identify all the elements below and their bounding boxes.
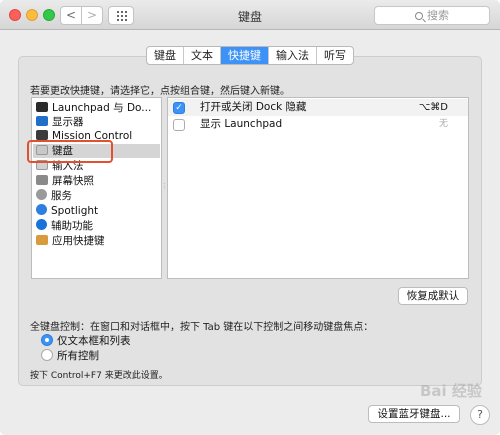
setup-bluetooth-keyboard-button[interactable]: 设置蓝牙键盘...	[368, 405, 460, 423]
control-f7-note: 按下 Control+F7 来更改此设置。	[30, 371, 168, 381]
category-label: Launchpad 与 Do...	[52, 102, 152, 114]
shortcut-list: ✓ 打开或关闭 Dock 隐藏 ⌥⌘D 显示 Launchpad 无	[167, 97, 469, 279]
app-shortcuts-icon	[36, 235, 48, 245]
tab-dictation[interactable]: 听写	[317, 47, 353, 64]
shortcut-label: 显示 Launchpad	[200, 118, 283, 130]
radio-all-controls[interactable]	[41, 349, 53, 361]
shortcut-row[interactable]: 显示 Launchpad 无	[168, 116, 468, 133]
shortcut-checkbox[interactable]: ✓	[173, 102, 185, 114]
watermark: Bai 经验	[420, 382, 482, 400]
category-item-screenshots[interactable]: 屏幕快照	[36, 174, 94, 188]
category-item-spotlight[interactable]: Spotlight	[36, 204, 98, 218]
category-label: 显示器	[52, 116, 84, 128]
search-icon	[415, 12, 423, 20]
shortcut-key[interactable]: ⌥⌘D	[419, 99, 448, 116]
instructions-text: 若要更改快捷键，请选择它，点按组合键，然后键入新键。	[30, 86, 290, 97]
accessibility-icon	[36, 219, 47, 230]
shortcut-checkbox[interactable]	[173, 119, 185, 131]
spotlight-icon	[36, 204, 47, 215]
highlight-annotation	[27, 140, 113, 163]
keyboard-preferences-window: < > 键盘 搜索 键盘 文本 快捷键 输入法 听写 若要更改快捷键，请选择它，…	[0, 0, 500, 435]
help-button[interactable]: ?	[470, 405, 490, 425]
shortcut-key[interactable]: 无	[439, 116, 448, 133]
category-label: 服务	[51, 190, 72, 202]
full-keyboard-access-label: 全键盘控制：在窗口和对话框中，按下 Tab 键在以下控制之间移动键盘焦点：	[30, 322, 374, 333]
category-label: Spotlight	[51, 205, 99, 217]
tab-bar: 键盘 文本 快捷键 输入法 听写	[146, 46, 354, 65]
category-label: 屏幕快照	[52, 175, 94, 187]
category-list: Launchpad 与 Do... 显示器 Mission Control 键盘…	[31, 97, 162, 279]
screenshot-icon	[36, 175, 48, 185]
category-item-app-shortcuts[interactable]: 应用快捷键	[36, 234, 105, 248]
shortcut-row[interactable]: ✓ 打开或关闭 Dock 隐藏 ⌥⌘D	[168, 99, 468, 116]
gear-icon	[36, 189, 47, 200]
tab-text[interactable]: 文本	[184, 47, 221, 64]
category-item-display[interactable]: 显示器	[36, 115, 84, 129]
tab-keyboard[interactable]: 键盘	[147, 47, 184, 64]
radio-label: 所有控制	[57, 350, 99, 362]
launchpad-icon	[36, 102, 48, 112]
restore-defaults-button[interactable]: 恢复成默认	[398, 287, 468, 305]
category-item-services[interactable]: 服务	[36, 189, 72, 203]
mission-control-icon	[36, 130, 48, 140]
search-field[interactable]: 搜索	[374, 6, 490, 25]
tab-shortcuts[interactable]: 快捷键	[221, 47, 269, 64]
display-icon	[36, 116, 48, 126]
search-placeholder: 搜索	[427, 9, 449, 22]
radio-label: 仅文本框和列表	[57, 335, 131, 347]
shortcut-label: 打开或关闭 Dock 隐藏	[200, 101, 307, 113]
category-item-accessibility[interactable]: 辅助功能	[36, 219, 93, 233]
tab-input-sources[interactable]: 输入法	[269, 47, 317, 64]
title-bar: < > 键盘 搜索	[0, 0, 500, 30]
category-label: 应用快捷键	[52, 235, 105, 247]
category-label: 辅助功能	[51, 220, 93, 232]
category-item-launchpad[interactable]: Launchpad 与 Do...	[36, 101, 151, 115]
radio-text-boxes-lists[interactable]	[41, 334, 53, 346]
